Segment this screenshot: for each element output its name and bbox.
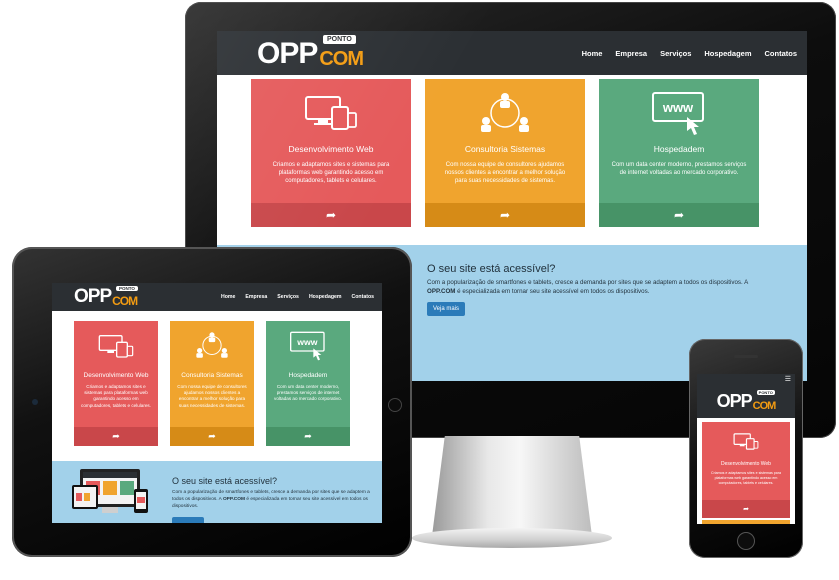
menu-contatos[interactable]: Contatos	[352, 294, 374, 300]
people-network-icon	[481, 93, 529, 132]
card-consultoria[interactable]: Consultoria Sistemas Com nossa equipe de…	[170, 321, 254, 446]
svg-text:www: www	[662, 100, 694, 115]
card-desenvolvimento[interactable]: Desenvolvimento Web Criamos e adaptamos …	[251, 79, 411, 227]
band-text-brand: OPP.COM	[222, 496, 245, 502]
menu-empresa[interactable]: Empresa	[245, 294, 267, 300]
menu-contatos[interactable]: Contatos	[765, 49, 798, 58]
card-hospedagem[interactable]: www Hospedadem Com um data center modern…	[266, 321, 350, 446]
share-arrow-icon[interactable]: ➦	[743, 505, 749, 513]
devices-icon	[733, 433, 759, 450]
www-click-icon: www	[290, 331, 325, 361]
phone-logo[interactable]: OPP COM PONTO	[717, 390, 776, 412]
card-description: Criamos e adaptamos sites e sistemas par…	[272, 162, 390, 185]
card-desenvolvimento[interactable]: Desenvolvimento Web Criamos e adaptamos …	[702, 422, 790, 518]
tablet-home-button[interactable]	[388, 398, 402, 412]
card-footer[interactable]: ➦	[74, 427, 158, 446]
card-description: Com nossa equipe de consultores ajudamos…	[444, 162, 566, 185]
tablet-device: OPP COM PONTO Home Empresa Serviços Hosp…	[12, 247, 412, 557]
monitor-stand	[432, 436, 592, 536]
phone-home-button[interactable]	[737, 532, 755, 550]
menu-servicos[interactable]: Serviços	[277, 294, 299, 300]
tablet-camera	[32, 399, 38, 405]
logo-ponto: PONTO	[323, 35, 356, 44]
devices-illustration-icon	[72, 469, 148, 513]
www-click-icon: www	[652, 92, 704, 135]
band-text-part: Com a popularização de smartfones e tabl…	[427, 279, 748, 286]
card-footer[interactable]: ➦	[702, 500, 790, 518]
card-consultoria-peek	[702, 520, 790, 524]
logo-opp: OPP	[716, 391, 753, 411]
share-arrow-icon[interactable]: ➦	[304, 431, 312, 442]
logo-com: COM	[112, 294, 138, 308]
logo-opp: OPP	[74, 286, 112, 307]
card-footer[interactable]: ➦	[170, 427, 254, 446]
band-heading: O seu site está acessível?	[427, 263, 556, 275]
tablet-screen: OPP COM PONTO Home Empresa Serviços Hosp…	[52, 283, 382, 523]
logo-ponto: PONTO	[116, 286, 138, 291]
menu-home[interactable]: Home	[221, 294, 235, 300]
hamburger-menu-icon[interactable]: ☰	[785, 376, 791, 383]
card-title: Desenvolvimento Web	[721, 461, 771, 467]
desktop-service-cards: Desenvolvimento Web Criamos e adaptamos …	[251, 79, 759, 227]
band-text-part: é especializada em tornar seu site acess…	[455, 287, 650, 295]
phone-navbar: ☰ OPP COM PONTO	[697, 374, 795, 418]
share-arrow-icon[interactable]: ➦	[112, 431, 120, 442]
card-footer[interactable]: ➦	[251, 203, 411, 227]
logo-ponto: PONTO	[756, 390, 775, 395]
card-footer[interactable]: ➦	[599, 203, 759, 227]
tablet-accessibility-band: O seu site está acessível? Com a popular…	[52, 461, 382, 523]
share-arrow-icon[interactable]: ➦	[208, 431, 216, 442]
menu-servicos[interactable]: Serviços	[660, 49, 691, 58]
band-heading: O seu site está acessível?	[172, 476, 278, 486]
svg-text:www: www	[296, 337, 317, 347]
tablet-navbar: OPP COM PONTO Home Empresa Serviços Hosp…	[52, 283, 382, 311]
menu-hospedagem[interactable]: Hospedagem	[704, 49, 751, 58]
card-footer[interactable]: ➦	[425, 203, 585, 227]
logo-com: COM	[752, 400, 777, 412]
card-footer[interactable]: ➦	[266, 427, 350, 446]
card-hospedagem[interactable]: www Hospedadem Com um data center modern…	[599, 79, 759, 227]
monitor-stand-base	[412, 528, 612, 548]
devices-icon	[98, 335, 134, 358]
desktop-navbar: OPP COM PONTO Home Empresa Serviços Hosp…	[217, 31, 807, 75]
card-description: Criamos e adaptamos sites e sistemas par…	[711, 471, 781, 485]
card-description: Criamos e adaptamos sites e sistemas par…	[81, 384, 151, 408]
menu-hospedagem[interactable]: Hospedagem	[309, 294, 342, 300]
devices-icon	[305, 96, 357, 130]
menu-empresa[interactable]: Empresa	[615, 49, 647, 58]
card-title: Consultoria Sistemas	[464, 144, 546, 154]
card-description: Com nossa equipe de consultores ajudamos…	[177, 384, 247, 408]
tablet-logo[interactable]: OPP COM PONTO	[74, 286, 138, 308]
phone-screen: ☰ OPP COM PONTO Desenvolvimento Web Cria…	[697, 374, 795, 524]
share-arrow-icon[interactable]: ➦	[500, 208, 510, 222]
share-arrow-icon[interactable]: ➦	[674, 208, 684, 222]
desktop-logo[interactable]: OPP COM PONTO	[257, 35, 364, 71]
phone-speaker	[734, 355, 758, 358]
card-title: Consultoria Sistemas	[181, 372, 243, 379]
menu-home[interactable]: Home	[582, 49, 603, 58]
card-description: Com um data center moderno, prestamos se…	[274, 384, 342, 402]
card-title: Hospedadem	[288, 372, 328, 379]
logo-opp: OPP	[257, 37, 318, 70]
tablet-service-cards: Desenvolvimento Web Criamos e adaptamos …	[74, 321, 350, 446]
card-title: Desenvolvimento Web	[83, 372, 149, 379]
phone-device: ☰ OPP COM PONTO Desenvolvimento Web Cria…	[689, 339, 803, 558]
logo-com: COM	[319, 48, 364, 70]
card-desenvolvimento[interactable]: Desenvolvimento Web Criamos e adaptamos …	[74, 321, 158, 446]
card-title: Hospedadem	[653, 144, 705, 154]
card-description: Com um data center moderno, prestamos se…	[611, 162, 747, 177]
veja-mais-button[interactable]: Veja mais	[427, 302, 466, 316]
share-arrow-icon[interactable]: ➦	[326, 208, 336, 222]
veja-mais-button[interactable]	[172, 517, 204, 523]
tablet-menu: Home Empresa Serviços Hospedagem Contato…	[221, 294, 374, 300]
card-consultoria[interactable]: Consultoria Sistemas Com nossa equipe de…	[425, 79, 585, 227]
card-title: Desenvolvimento Web	[288, 144, 374, 154]
desktop-menu: Home Empresa Serviços Hospedagem Contato…	[582, 49, 797, 58]
band-text: Com a popularização de smartfones e tabl…	[427, 279, 767, 296]
band-text: Com a popularização de smartfones e tabl…	[172, 490, 372, 511]
band-text-brand: OPP.COM	[427, 287, 456, 295]
people-network-icon	[196, 332, 228, 358]
